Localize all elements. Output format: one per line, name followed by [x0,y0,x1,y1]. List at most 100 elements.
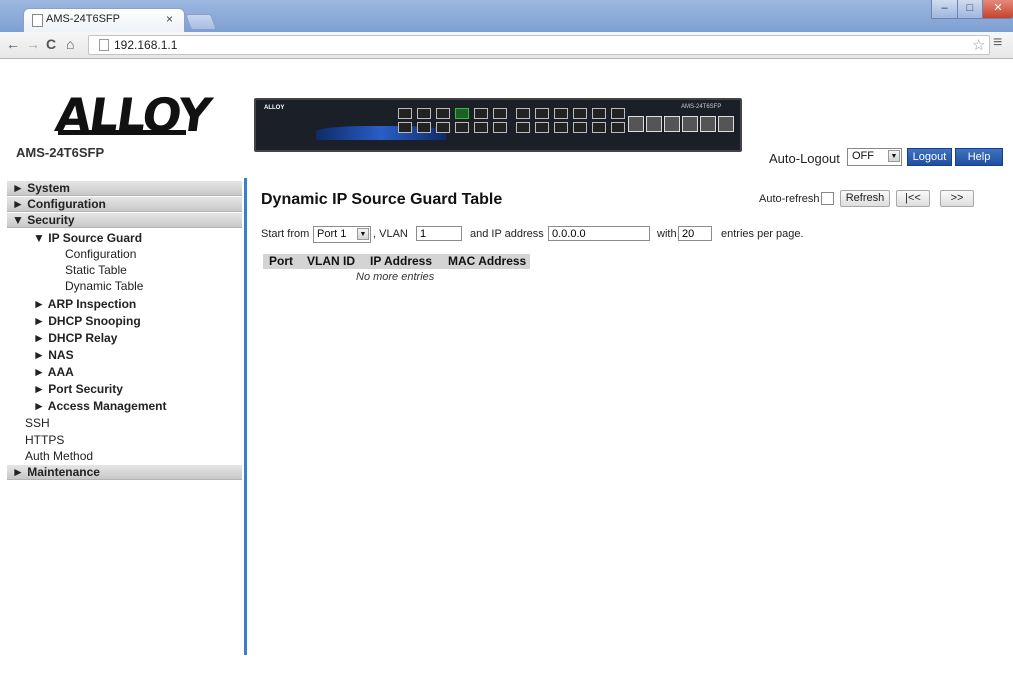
start-port-value: Port 1 [317,228,347,240]
auto-logout-label: Auto-Logout [769,151,840,166]
first-page-button[interactable]: |<< [896,190,930,207]
reload-icon[interactable]: C [46,36,56,52]
sidebar-item-label: DHCP Relay [48,331,118,345]
close-icon[interactable]: × [166,12,173,26]
address-bar[interactable]: 192.168.1.1 [88,35,990,55]
arrow-right-icon: ► [33,399,45,413]
empty-table-message: No more entries [356,271,435,283]
sfp-port [664,116,680,132]
minimize-button[interactable]: – [931,0,958,19]
sidebar-item-dhcp-snooping[interactable]: ► DHCP Snooping [33,314,141,328]
port [516,122,530,133]
table-header: Port VLAN ID IP Address MAC Address [263,254,530,269]
sidebar-section-security[interactable]: ▼ Security [7,213,242,228]
new-tab-button[interactable] [185,14,217,30]
arrow-right-icon: ► [12,197,24,211]
sidebar-menu: ► System ► Configuration ▼ Security ▼ IP… [0,178,244,658]
port [573,108,587,119]
port [554,122,568,133]
arrow-right-icon: ► [12,181,24,195]
port [611,108,625,119]
next-page-button[interactable]: >> [940,190,974,207]
sfp-port [682,116,698,132]
port [474,122,488,133]
maximize-button[interactable]: □ [957,0,983,19]
start-from-label: Start from [261,228,310,240]
sidebar-section-maintenance[interactable]: ► Maintenance [7,465,242,480]
auto-logout-select[interactable]: OFF ▼ [847,148,902,166]
port [573,122,587,133]
sidebar-item-arp-inspection[interactable]: ► ARP Inspection [33,297,136,311]
sidebar-section-configuration[interactable]: ► Configuration [7,197,242,212]
model-name: AMS-24T6SFP [16,145,105,160]
sidebar-item-ssh[interactable]: SSH [25,416,50,430]
arrow-right-icon: ► [33,297,45,311]
sidebar-item-label: ARP Inspection [47,297,137,311]
sidebar-item-configuration[interactable]: Configuration [65,247,136,261]
browser-toolbar: ← → C ⌂ 192.168.1.1 [0,32,1013,59]
sfp-port [718,116,734,132]
filter-row: Start from Port 1 ▼ , VLAN and IP addres… [261,226,961,244]
sidebar-item-access-management[interactable]: ► Access Management [33,399,167,413]
logo-underline [58,130,186,135]
port-group-1 [398,108,507,133]
column-header-mac-address: MAC Address [448,254,527,268]
sidebar-item-label: DHCP Snooping [48,314,141,328]
port [592,122,606,133]
vlan-input[interactable] [416,226,462,241]
sidebar-item-label: Maintenance [27,465,100,479]
port [493,122,507,133]
sidebar-item-nas[interactable]: ► NAS [33,348,74,362]
sidebar-item-label: Access Management [47,399,167,413]
page-icon [32,14,43,27]
sidebar-item-https[interactable]: HTTPS [25,433,64,447]
start-port-select[interactable]: Port 1 ▼ [313,226,371,243]
arrow-right-icon: ► [33,382,45,396]
port [455,122,469,133]
help-button[interactable]: Help [955,148,1003,166]
arrow-right-icon: ► [12,465,24,479]
logout-button[interactable]: Logout [907,148,952,166]
switch-ports [398,108,633,138]
url-text[interactable]: 192.168.1.1 [114,38,177,52]
arrow-right-icon: ► [33,314,45,328]
browser-tab[interactable]: AMS-24T6SFP × [23,8,185,33]
entries-per-page-input[interactable] [678,226,712,241]
sidebar-item-dynamic-table[interactable]: Dynamic Table [65,279,143,293]
sfp-port [646,116,662,132]
port [398,122,412,133]
sidebar-item-aaa[interactable]: ► AAA [33,365,74,379]
sidebar-item-dhcp-relay[interactable]: ► DHCP Relay [33,331,117,345]
home-icon[interactable]: ⌂ [66,36,74,52]
sfp-port [628,116,644,132]
device-model: AMS-24T6SFP [681,104,722,110]
auto-refresh-checkbox[interactable] [821,192,834,205]
port [592,108,606,119]
forward-icon[interactable]: → [26,36,40,52]
auto-refresh-label: Auto-refresh [759,193,820,205]
port [417,108,431,119]
port [474,108,488,119]
port [535,108,549,119]
auto-logout-value: OFF [852,150,874,162]
port [535,122,549,133]
sidebar-item-ip-source-guard[interactable]: ▼ IP Source Guard [33,231,142,245]
dropdown-arrow-icon[interactable]: ▼ [357,228,369,240]
port [398,108,412,119]
menu-icon[interactable]: ≡ [993,34,1002,52]
sidebar-item-static-table[interactable]: Static Table [65,263,127,277]
dropdown-arrow-icon[interactable]: ▼ [888,150,900,162]
window-close-button[interactable]: ✕ [982,0,1013,19]
refresh-button[interactable]: Refresh [840,190,890,207]
port [436,108,450,119]
sidebar-item-auth-method[interactable]: Auth Method [25,449,93,463]
back-icon[interactable]: ← [6,36,20,52]
sidebar-item-port-security[interactable]: ► Port Security [33,382,123,396]
sfp-ports [628,116,736,134]
port [436,122,450,133]
port [516,108,530,119]
sidebar-item-label: System [27,181,70,195]
star-icon[interactable]: ☆ [972,36,985,54]
ip-address-input[interactable] [548,226,650,241]
sidebar-section-system[interactable]: ► System [7,181,242,196]
